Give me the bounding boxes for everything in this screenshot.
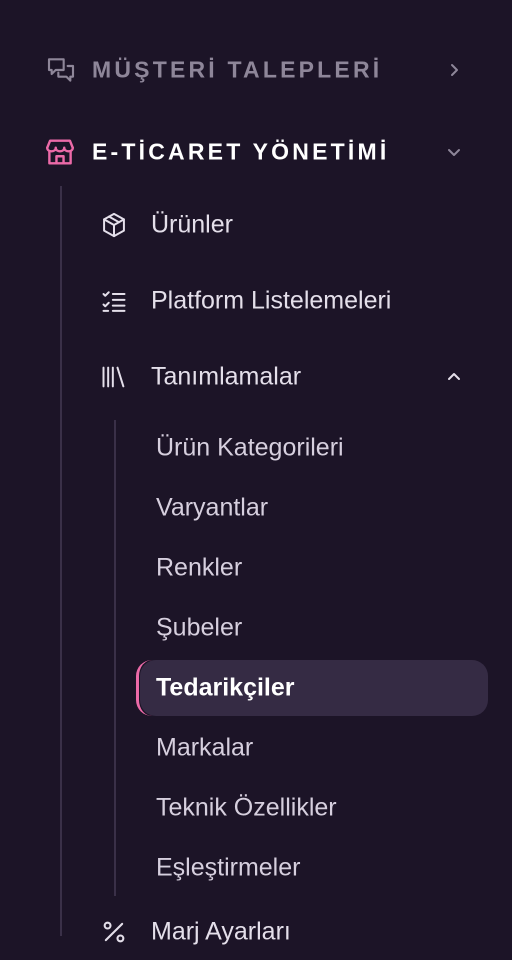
sub-item-product-categories[interactable]: Ürün Kategorileri bbox=[140, 420, 488, 476]
chat-bubbles-icon bbox=[44, 53, 78, 87]
sub-item-label: Teknik Özellikler bbox=[156, 793, 337, 822]
nav-label: Ürünler bbox=[151, 210, 233, 239]
sub-item-colors[interactable]: Renkler bbox=[140, 540, 488, 596]
sub-item-brands[interactable]: Markalar bbox=[140, 720, 488, 776]
store-icon bbox=[43, 135, 77, 169]
sub-item-label: Şubeler bbox=[156, 613, 243, 642]
sub-item-label: Renkler bbox=[156, 553, 243, 582]
section-ecommerce[interactable]: E-TİCARET YÖNETİMİ bbox=[0, 122, 512, 182]
chevron-right-icon bbox=[444, 60, 464, 80]
checklist-icon bbox=[98, 285, 130, 317]
section-label: MÜŞTERİ TALEPLERİ bbox=[92, 56, 383, 83]
nav-item-products[interactable]: Ürünler bbox=[90, 197, 490, 253]
sub-item-variants[interactable]: Varyantlar bbox=[140, 480, 488, 536]
ecommerce-tree-line bbox=[60, 186, 62, 936]
sub-item-label: Varyantlar bbox=[156, 493, 269, 522]
chevron-up-icon bbox=[444, 367, 464, 387]
nav-item-definitions[interactable]: Tanımlamalar bbox=[90, 349, 490, 405]
sub-item-technical-specs[interactable]: Teknik Özellikler bbox=[140, 780, 488, 836]
nav-label: Platform Listelemeleri bbox=[151, 286, 392, 315]
chevron-down-icon bbox=[444, 142, 464, 162]
sub-item-suppliers[interactable]: Tedarikçiler bbox=[136, 660, 488, 716]
percent-icon bbox=[98, 916, 130, 948]
sub-item-label: Tedarikçiler bbox=[156, 673, 295, 702]
sub-item-branches[interactable]: Şubeler bbox=[140, 600, 488, 656]
section-customer-requests[interactable]: MÜŞTERİ TALEPLERİ bbox=[0, 40, 512, 100]
nav-item-platform-listings[interactable]: Platform Listelemeleri bbox=[90, 273, 490, 329]
box-icon bbox=[98, 209, 130, 241]
nav-label: Tanımlamalar bbox=[151, 362, 302, 391]
definitions-tree-line bbox=[114, 420, 116, 896]
sub-item-label: Ürün Kategorileri bbox=[156, 433, 344, 462]
library-icon bbox=[98, 361, 130, 393]
sub-item-mappings[interactable]: Eşleştirmeler bbox=[140, 840, 488, 896]
sub-item-label: Eşleştirmeler bbox=[156, 853, 301, 882]
section-label: E-TİCARET YÖNETİMİ bbox=[92, 138, 390, 165]
nav-item-margin-settings[interactable]: Marj Ayarları bbox=[90, 904, 490, 960]
nav-label: Marj Ayarları bbox=[151, 917, 291, 946]
active-indicator bbox=[136, 660, 152, 716]
sub-item-label: Markalar bbox=[156, 733, 254, 762]
